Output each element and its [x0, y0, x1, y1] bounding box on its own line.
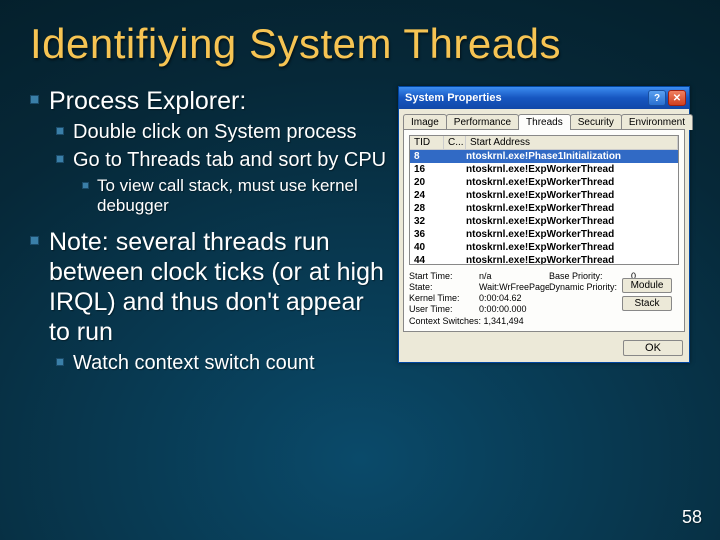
- page-number: 58: [682, 507, 702, 528]
- system-properties-window: System Properties ? ✕ Image Performance …: [398, 86, 690, 363]
- thread-list-header[interactable]: TID C... Start Address: [410, 136, 678, 150]
- col-tid[interactable]: TID: [410, 136, 444, 149]
- thread-row[interactable]: 40ntoskrnl.exe!ExpWorkerThread: [410, 241, 678, 254]
- stack-button[interactable]: Stack: [622, 296, 672, 311]
- thread-list[interactable]: TID C... Start Address 8ntoskrnl.exe!Pha…: [409, 135, 679, 265]
- tab-image[interactable]: Image: [403, 114, 447, 130]
- thread-row[interactable]: 32ntoskrnl.exe!ExpWorkerThread: [410, 215, 678, 228]
- thread-row[interactable]: 44ntoskrnl.exe!ExpWorkerThread: [410, 254, 678, 265]
- bullet-icon: [56, 155, 64, 163]
- label: Kernel Time:: [409, 293, 479, 303]
- bullet-icon: [30, 95, 39, 104]
- tab-performance[interactable]: Performance: [446, 114, 519, 130]
- thread-row[interactable]: 16ntoskrnl.exe!ExpWorkerThread: [410, 163, 678, 176]
- label: Base Priority:: [549, 271, 631, 281]
- tab-strip: Image Performance Threads Security Envir…: [399, 109, 689, 129]
- bullet-text: To view call stack, must use kernel debu…: [97, 176, 388, 217]
- bullet-text: Go to Threads tab and sort by CPU: [73, 148, 386, 172]
- value: Wait:WrFreePage: [479, 282, 549, 292]
- label: Context Switches:: [409, 316, 481, 326]
- col-start-address[interactable]: Start Address: [466, 136, 678, 149]
- value: 1,341,494: [484, 316, 524, 326]
- value: 0:00:00.000: [479, 304, 549, 314]
- thread-row[interactable]: 8ntoskrnl.exe!Phase1Initialization: [410, 150, 678, 163]
- bullet-icon: [82, 182, 89, 189]
- bullet-icon: [30, 236, 39, 245]
- bullet-text: Watch context switch count: [73, 351, 315, 375]
- tab-environment[interactable]: Environment: [621, 114, 693, 130]
- thread-row[interactable]: 36ntoskrnl.exe!ExpWorkerThread: [410, 228, 678, 241]
- help-button[interactable]: ?: [648, 90, 666, 106]
- bullet-icon: [56, 127, 64, 135]
- bullet-column: Process Explorer: Double click on System…: [30, 86, 388, 379]
- value: n/a: [479, 271, 549, 281]
- thread-row[interactable]: 28ntoskrnl.exe!ExpWorkerThread: [410, 202, 678, 215]
- label: User Time:: [409, 304, 479, 314]
- thread-row[interactable]: 20ntoskrnl.exe!ExpWorkerThread: [410, 176, 678, 189]
- value: 0:00:04.62: [479, 293, 549, 303]
- col-cpu[interactable]: C...: [444, 136, 466, 149]
- window-titlebar[interactable]: System Properties ? ✕: [399, 87, 689, 109]
- tab-threads[interactable]: Threads: [518, 114, 571, 130]
- label: Dynamic Priority:: [549, 282, 631, 292]
- slide-title: Identifiying System Threads: [30, 20, 690, 68]
- tab-security[interactable]: Security: [570, 114, 622, 130]
- ok-button[interactable]: OK: [623, 340, 683, 356]
- module-button[interactable]: Module: [622, 278, 672, 293]
- label: Start Time:: [409, 271, 479, 281]
- bullet-text: Process Explorer:: [49, 86, 246, 116]
- thread-row[interactable]: 24ntoskrnl.exe!ExpWorkerThread: [410, 189, 678, 202]
- window-title: System Properties: [405, 92, 646, 104]
- bullet-text: Double click on System process: [73, 120, 356, 144]
- label: State:: [409, 282, 479, 292]
- close-button[interactable]: ✕: [668, 90, 686, 106]
- bullet-text: Note: several threads run between clock …: [49, 227, 388, 347]
- bullet-icon: [56, 358, 64, 366]
